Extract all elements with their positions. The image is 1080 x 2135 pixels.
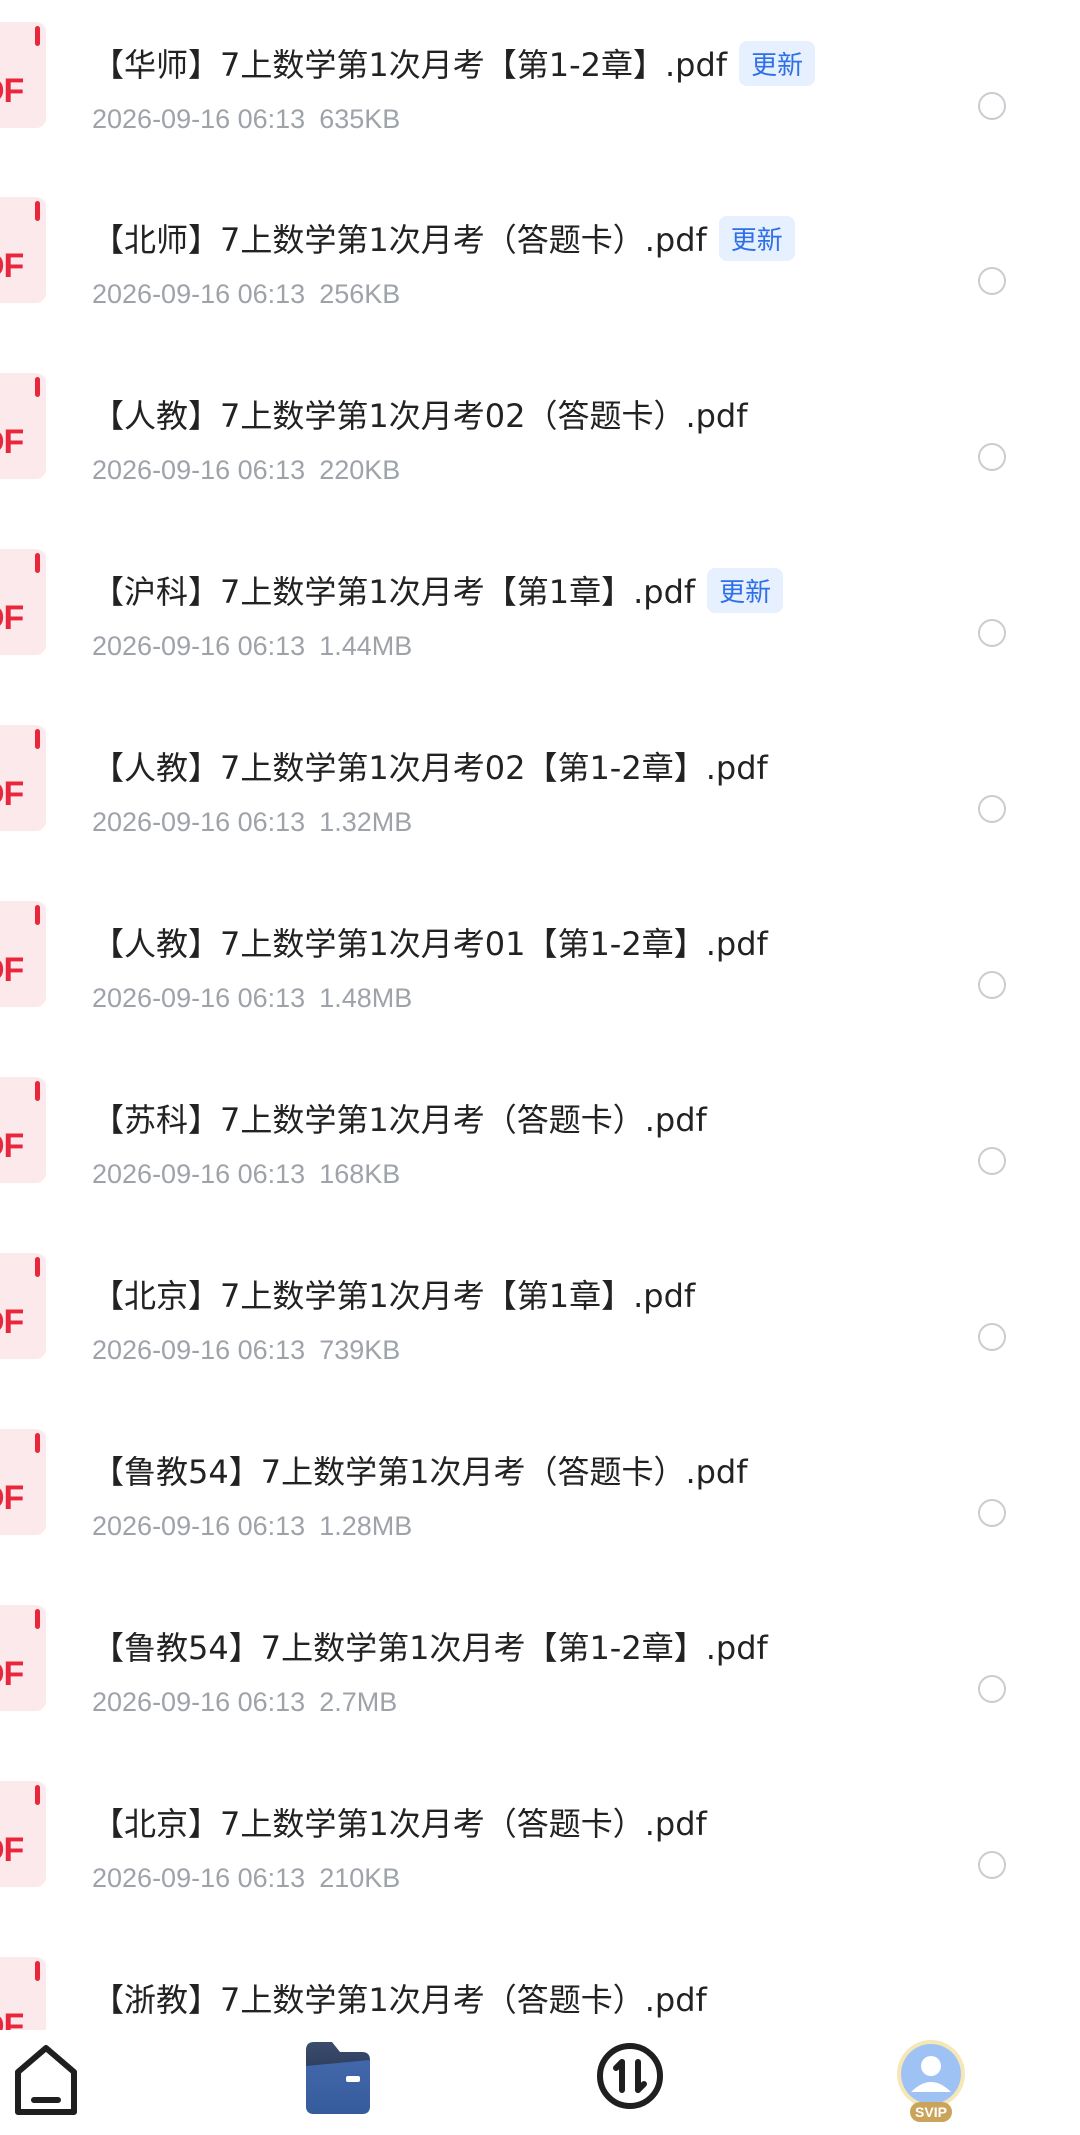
file-size: 1.44MB xyxy=(319,631,413,661)
file-size: 256KB xyxy=(319,279,401,309)
update-badge: 更新 xyxy=(707,567,784,613)
nav-profile[interactable]: SVIP xyxy=(886,2030,976,2135)
svip-badge: SVIP xyxy=(915,2104,947,2120)
transfer-icon xyxy=(597,2043,663,2109)
select-radio[interactable] xyxy=(978,971,1006,999)
pdf-file-icon: DF xyxy=(0,22,46,128)
file-size: 739KB xyxy=(319,1335,401,1365)
file-date: 2026-09-16 06:13 xyxy=(92,104,306,134)
file-name: 【苏科】7上数学第1次月考（答题卡）.pdf xyxy=(92,1101,707,1139)
pdf-file-icon: DF xyxy=(0,1429,46,1535)
file-row[interactable]: DF 【人教】7上数学第1次月考02【第1-2章】.pdf 2026-09-16… xyxy=(0,703,1080,879)
file-row[interactable]: DF 【北京】7上数学第1次月考（答题卡）.pdf 2026-09-16 06:… xyxy=(0,1759,1080,1935)
pdf-file-icon: DF xyxy=(0,1253,46,1359)
file-size: 2.7MB xyxy=(319,1687,398,1717)
file-size: 220KB xyxy=(319,455,401,485)
file-date: 2026-09-16 06:13 xyxy=(92,279,306,309)
home-icon xyxy=(15,2045,77,2115)
select-radio[interactable] xyxy=(978,1851,1006,1879)
file-row[interactable]: DF 【北京】7上数学第1次月考【第1章】.pdf 2026-09-16 06:… xyxy=(0,1231,1080,1407)
pdf-file-icon: DF xyxy=(0,1781,46,1887)
file-row[interactable]: DF 【苏科】7上数学第1次月考（答题卡）.pdf 2026-09-16 06:… xyxy=(0,1055,1080,1231)
file-size: 1.48MB xyxy=(319,983,413,1013)
file-date: 2026-09-16 06:13 xyxy=(92,983,306,1013)
pdf-file-icon: DF xyxy=(0,901,46,1007)
file-name: 【华师】7上数学第1次月考【第1-2章】.pdf xyxy=(92,46,728,84)
select-radio[interactable] xyxy=(978,267,1006,295)
file-name: 【北京】7上数学第1次月考（答题卡）.pdf xyxy=(92,1805,707,1843)
file-name: 【鲁教54】7上数学第1次月考（答题卡）.pdf xyxy=(92,1453,748,1491)
nav-files[interactable] xyxy=(300,2030,380,2135)
file-list: DF 【华师】7上数学第1次月考【第1-2章】.pdf 更新 2026-09-1… xyxy=(0,0,1080,2030)
select-radio[interactable] xyxy=(978,1675,1006,1703)
pdf-file-icon: DF xyxy=(0,373,46,479)
select-radio[interactable] xyxy=(978,1499,1006,1527)
update-badge: 更新 xyxy=(718,215,795,261)
pdf-file-icon: DF xyxy=(0,725,46,831)
update-badge: 更新 xyxy=(739,40,816,86)
select-radio[interactable] xyxy=(978,1323,1006,1351)
file-date: 2026-09-16 06:13 xyxy=(92,455,306,485)
file-row[interactable]: DF 【北师】7上数学第1次月考（答题卡）.pdf 更新 2026-09-16 … xyxy=(0,175,1080,351)
file-date: 2026-09-16 06:13 xyxy=(92,807,306,837)
select-radio[interactable] xyxy=(978,619,1006,647)
file-date: 2026-09-16 06:13 xyxy=(92,1687,306,1717)
file-date: 2026-09-16 06:13 xyxy=(92,1511,306,1541)
file-size: 635KB xyxy=(319,104,401,134)
file-size: 210KB xyxy=(319,1863,401,1893)
pdf-file-icon: DF xyxy=(0,1605,46,1711)
file-size: 1.32MB xyxy=(319,807,413,837)
file-name: 【北师】7上数学第1次月考（答题卡）.pdf xyxy=(92,221,707,259)
pdf-file-icon: DF xyxy=(0,549,46,655)
pdf-file-icon: DF xyxy=(0,1077,46,1183)
file-row[interactable]: DF 【人教】7上数学第1次月考01【第1-2章】.pdf 2026-09-16… xyxy=(0,879,1080,1055)
file-name: 【人教】7上数学第1次月考01【第1-2章】.pdf xyxy=(92,925,768,963)
file-date: 2026-09-16 06:13 xyxy=(92,1335,306,1365)
file-name: 【人教】7上数学第1次月考02【第1-2章】.pdf xyxy=(92,749,768,787)
file-date: 2026-09-16 06:13 xyxy=(92,631,306,661)
file-row[interactable]: DF 【人教】7上数学第1次月考02（答题卡）.pdf 2026-09-16 0… xyxy=(0,351,1080,527)
folder-icon xyxy=(306,2042,370,2114)
select-radio[interactable] xyxy=(978,795,1006,823)
file-date: 2026-09-16 06:13 xyxy=(92,1863,306,1893)
file-name: 【人教】7上数学第1次月考02（答题卡）.pdf xyxy=(92,397,748,435)
file-row[interactable]: DF 【沪科】7上数学第1次月考【第1章】.pdf 更新 2026-09-16 … xyxy=(0,527,1080,703)
select-radio[interactable] xyxy=(978,92,1006,120)
file-name: 【浙教】7上数学第1次月考（答题卡）.pdf xyxy=(92,1981,707,2019)
file-size: 168KB xyxy=(319,1159,401,1189)
file-name: 【鲁教54】7上数学第1次月考【第1-2章】.pdf xyxy=(92,1629,768,1667)
pdf-file-icon: DF xyxy=(0,197,46,303)
file-row[interactable]: DF 【浙教】7上数学第1次月考（答题卡）.pdf xyxy=(0,1935,1080,2030)
file-date: 2026-09-16 06:13 xyxy=(92,1159,306,1189)
file-name: 【沪科】7上数学第1次月考【第1章】.pdf xyxy=(92,573,696,611)
file-name: 【北京】7上数学第1次月考【第1章】.pdf xyxy=(92,1277,696,1315)
file-row[interactable]: DF 【鲁教54】7上数学第1次月考【第1-2章】.pdf 2026-09-16… xyxy=(0,1583,1080,1759)
select-radio[interactable] xyxy=(978,443,1006,471)
pdf-file-icon: DF xyxy=(0,1957,46,2030)
nav-transfer[interactable] xyxy=(592,2030,672,2135)
select-radio[interactable] xyxy=(978,1147,1006,1175)
file-row[interactable]: DF 【华师】7上数学第1次月考【第1-2章】.pdf 更新 2026-09-1… xyxy=(0,0,1080,176)
nav-home[interactable] xyxy=(8,2030,88,2135)
file-row[interactable]: DF 【鲁教54】7上数学第1次月考（答题卡）.pdf 2026-09-16 0… xyxy=(0,1407,1080,1583)
file-size: 1.28MB xyxy=(319,1511,413,1541)
bottom-nav: SVIP xyxy=(0,2030,1080,2135)
